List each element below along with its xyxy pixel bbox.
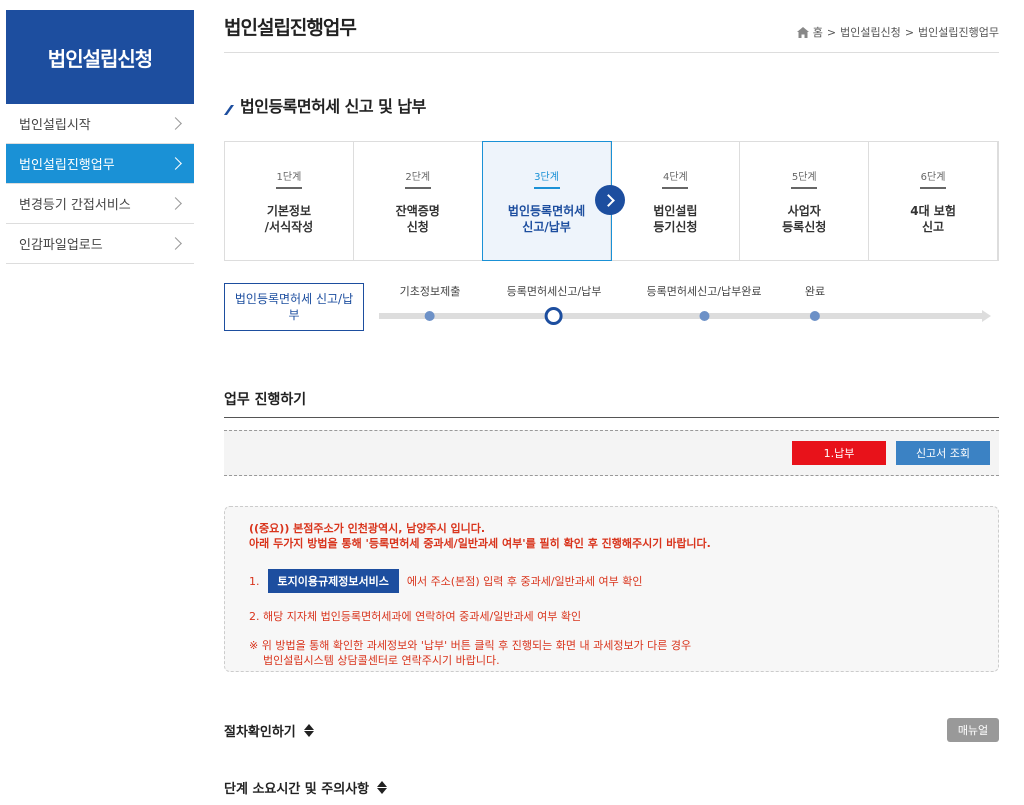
notice-line: ((중요)) 본점주소가 인천광역시, 남양주시 입니다. <box>249 522 486 535</box>
step-2[interactable]: 2단계 잔액증명 신청 <box>354 142 483 260</box>
chevron-right-icon <box>169 237 182 250</box>
sidebar-item-change-registration[interactable]: 변경등기 간접서비스 <box>6 184 194 224</box>
progress-step: 등록면허세신고/납부완료 <box>646 283 762 321</box>
step-label: 사업자 등록신청 <box>782 204 827 234</box>
notice-heading: ((중요)) 본점주소가 인천광역시, 남양주시 입니다. 아래 두가지 방법을… <box>249 521 998 551</box>
step-tabs: 1단계 기본정보 /서식작성 2단계 잔액증명 신청 3단계 법인등록면허세 신… <box>224 141 999 261</box>
progress-step: 기초정보제출 <box>399 283 461 321</box>
sidebar-item-label: 인감파일업로드 <box>19 238 103 253</box>
step-number: 5단계 <box>791 168 818 189</box>
pay-button[interactable]: 1.납부 <box>792 441 886 465</box>
page-header: 법인설립진행업무 홈 > 법인설립신청 > 법인설립진행업무 <box>224 0 999 53</box>
work-section-title: 업무 진행하기 <box>224 389 999 418</box>
sidebar-item-label: 변경등기 간접서비스 <box>19 198 131 213</box>
progress-step-label: 완료 <box>804 285 826 298</box>
progress-dot <box>699 311 709 321</box>
breadcrumb-separator: > <box>904 25 915 39</box>
breadcrumb-separator: > <box>826 25 837 39</box>
notice-item-1: 1. 토지이용규제정보서비스 에서 주소(본점) 입력 후 중과세/일반과세 여… <box>249 569 998 593</box>
page-title: 법인설립진행업무 <box>224 17 357 39</box>
next-step-arrow-icon <box>595 185 625 215</box>
sort-toggle-icon <box>377 781 388 794</box>
main-content: 법인설립진행업무 홈 > 법인설립신청 > 법인설립진행업무 법인등록면허세 신… <box>224 0 999 797</box>
sort-toggle-icon <box>303 723 314 737</box>
sidebar-menu: 법인설립시작 법인설립진행업무 변경등기 간접서비스 인감파일업로드 <box>6 104 194 264</box>
progress-arrow-icon <box>982 310 991 322</box>
notice-item-text: 에서 주소(본점) 입력 후 중과세/일반과세 여부 확인 <box>406 575 643 588</box>
section-title-text: 법인등록면허세 신고 및 납부 <box>240 97 426 116</box>
land-use-service-button[interactable]: 토지이용규제정보서비스 <box>267 569 399 593</box>
action-bar: 1.납부 신고서 조회 <box>224 430 999 476</box>
time-notes-title: 단계 소요시간 및 주의사항 <box>224 782 370 797</box>
notice-item-number: 1. <box>249 574 260 588</box>
breadcrumb-item[interactable]: 법인설립신청 <box>840 24 901 40</box>
time-notes-row: 단계 소요시간 및 주의사항 <box>224 778 999 797</box>
step-3[interactable]: 3단계 법인등록면허세 신고/납부 <box>481 141 613 261</box>
procedure-toggle[interactable]: 절차확인하기 <box>224 721 314 740</box>
step-number: 6단계 <box>920 168 947 189</box>
view-report-button[interactable]: 신고서 조회 <box>896 441 990 465</box>
step-4[interactable]: 4단계 법인설립 등기신청 <box>611 142 741 260</box>
notice-note: ※ 위 방법을 통해 확인한 과세정보와 '납부' 버튼 클릭 후 진행되는 화… <box>249 638 998 668</box>
notice-item-2: 2. 해당 지자체 법인등록면허세과에 연락하여 중과세/일반과세 여부 확인 <box>249 610 582 623</box>
step-number: 3단계 <box>533 168 560 189</box>
progress-step: 완료 <box>805 283 825 321</box>
progress-step-label: 등록면허세신고/납부 <box>506 285 602 298</box>
sidebar-item-seal-upload[interactable]: 인감파일업로드 <box>6 224 194 264</box>
chevron-right-icon <box>169 117 182 130</box>
sidebar: 법인설립신청 법인설립시작 법인설립진행업무 변경등기 간접서비스 인감파일업로… <box>6 10 194 264</box>
manual-button[interactable]: 매뉴얼 <box>947 718 999 742</box>
sidebar-item-start[interactable]: 법인설립시작 <box>6 104 194 144</box>
notice-note-line: 법인설립시스템 상담콜센터로 연락주시기 바랍니다. <box>263 654 500 667</box>
step-label: 법인등록면허세 신고/납부 <box>507 204 586 234</box>
step-label: 법인설립 등기신청 <box>653 204 698 234</box>
step-5[interactable]: 5단계 사업자 등록신청 <box>740 142 870 260</box>
progress-tracker: 법인등록면허세 신고/납부 기초정보제출 등록면허세신고/납부 등록면허세신고/… <box>224 283 999 333</box>
breadcrumb-current: 법인설립진행업무 <box>918 26 999 39</box>
progress-step-label: 등록면허세신고/납부완료 <box>646 285 762 298</box>
section-title: 법인등록면허세 신고 및 납부 <box>224 93 999 117</box>
step-number: 4단계 <box>662 168 689 189</box>
step-label: 기본정보 /서식작성 <box>264 204 314 234</box>
step-number: 2단계 <box>404 168 431 189</box>
breadcrumb: 홈 > 법인설립신청 > 법인설립진행업무 <box>796 24 999 40</box>
progress-dot-current <box>544 307 563 325</box>
current-task-box: 법인등록면허세 신고/납부 <box>224 283 364 331</box>
step-number: 1단계 <box>275 168 302 189</box>
procedure-title: 절차확인하기 <box>224 724 296 740</box>
sidebar-item-label: 법인설립시작 <box>19 118 91 133</box>
progress-step-label: 기초정보제출 <box>399 285 461 298</box>
notice-box: ((중요)) 본점주소가 인천광역시, 남양주시 입니다. 아래 두가지 방법을… <box>224 506 999 672</box>
sidebar-title: 법인설립신청 <box>6 10 194 104</box>
chevron-right-icon <box>169 157 182 170</box>
sidebar-item-label: 법인설립진행업무 <box>19 158 115 173</box>
progress-dot <box>810 311 820 321</box>
progress-step-current: 등록면허세신고/납부 <box>506 283 602 325</box>
step-label: 잔액증명 신청 <box>395 204 440 234</box>
slash-bullet-icon <box>224 100 234 115</box>
chevron-right-icon <box>169 197 182 210</box>
home-icon[interactable] <box>796 27 809 38</box>
step-6[interactable]: 6단계 4대 보험 신고 <box>869 142 998 260</box>
notice-note-line: ※ 위 방법을 통해 확인한 과세정보와 '납부' 버튼 클릭 후 진행되는 화… <box>249 639 692 652</box>
step-1[interactable]: 1단계 기본정보 /서식작성 <box>225 142 354 260</box>
step-label: 4대 보험 신고 <box>910 204 956 234</box>
procedure-row: 절차확인하기 매뉴얼 <box>224 718 999 742</box>
time-notes-toggle[interactable]: 단계 소요시간 및 주의사항 <box>224 778 388 797</box>
sidebar-item-progress[interactable]: 법인설립진행업무 <box>6 144 194 184</box>
notice-line: 아래 두가지 방법을 통해 '등록면허세 중과세/일반과세 여부'를 필히 확인… <box>249 537 711 550</box>
progress-dot <box>424 311 435 321</box>
breadcrumb-home[interactable]: 홈 <box>813 24 823 40</box>
